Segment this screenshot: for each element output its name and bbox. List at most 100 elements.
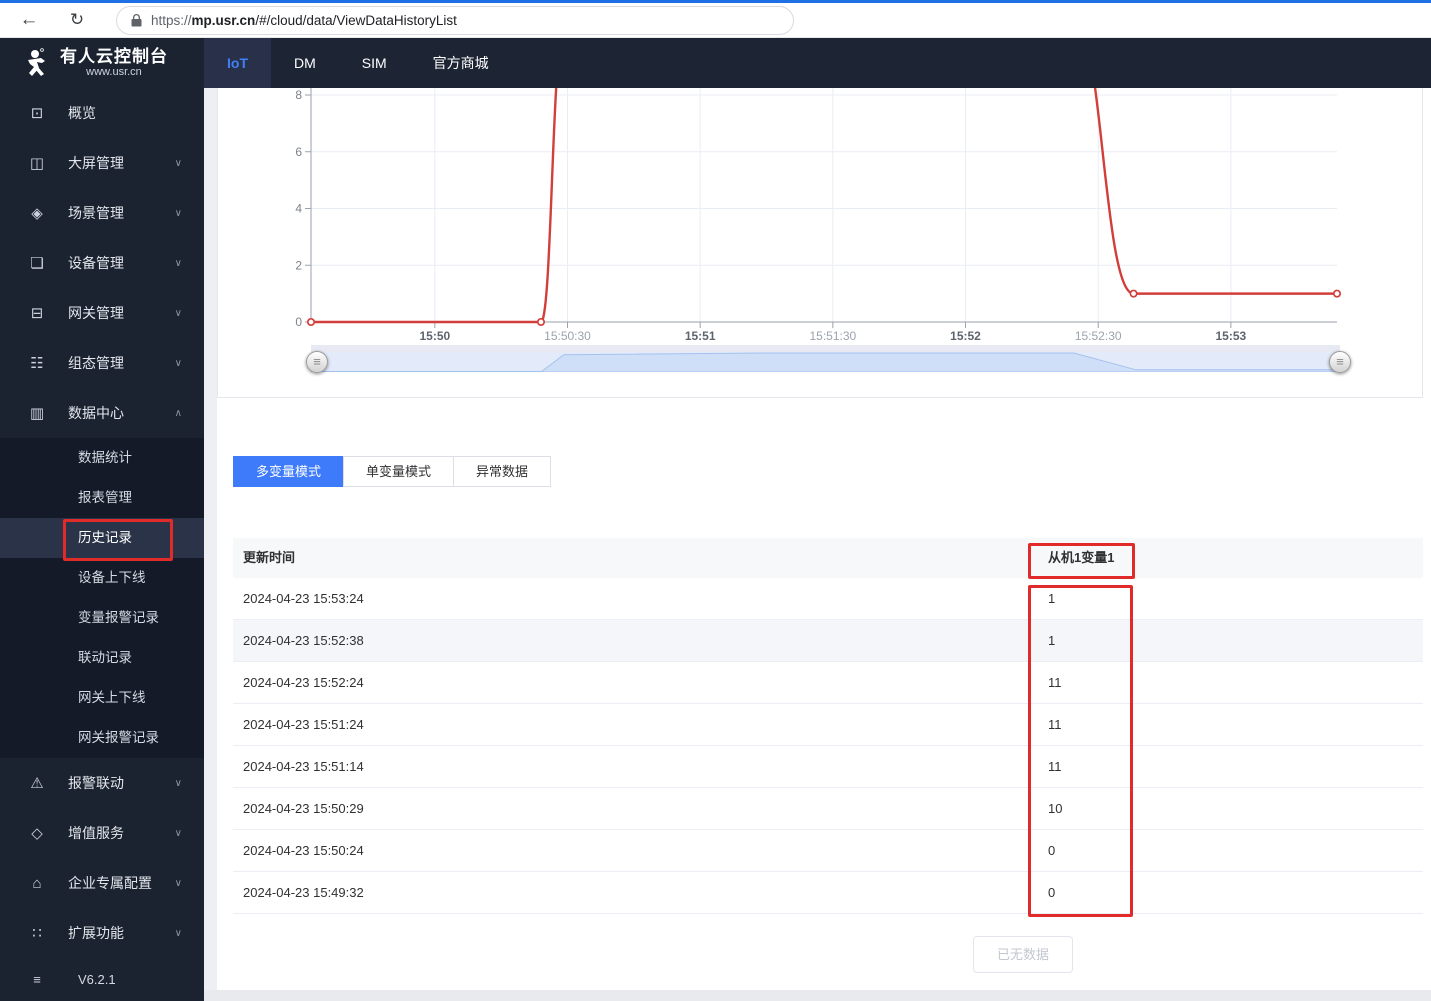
sidebar-item-screen-manage[interactable]: ◫ 大屏管理 ∨ (0, 138, 204, 188)
cell-update-time: 2024-04-23 15:51:24 (243, 717, 364, 732)
sidebar-item-alarm-linkage[interactable]: ⚠ 报警联动 ∨ (0, 758, 204, 808)
table-row: 2024-04-23 15:52:24 11 (233, 662, 1423, 704)
sidebar-item-label: 设备管理 (68, 255, 124, 271)
table-row: 2024-04-23 15:53:24 1 (233, 578, 1423, 620)
sidebar-item-data-center[interactable]: ▥ 数据中心 ∧ (0, 388, 204, 438)
cell-update-time: 2024-04-23 15:50:24 (243, 843, 364, 858)
bottom-strip (204, 990, 1431, 1001)
data-center-submenu: 数据统计 报表管理 历史记录 设备上下线 变量报警记录 联动记录 网关上下线 网关报警记录 (0, 438, 204, 758)
cell-update-time: 2024-04-23 15:50:29 (243, 801, 364, 816)
lock-icon (131, 13, 142, 27)
submenu-item-device-online-offline[interactable]: 设备上下线 (0, 558, 204, 598)
topnav-item-sim[interactable]: SIM (339, 38, 410, 88)
logo-title: 有人云控制台 (60, 47, 168, 66)
url-text: https://mp.usr.cn/#/cloud/data/ViewDataH… (151, 12, 457, 28)
version-label: V6.2.1 (78, 971, 116, 987)
data-center-icon: ▥ (29, 405, 45, 422)
sidebar-item-value-added-services[interactable]: ◇ 增值服务 ∨ (0, 808, 204, 858)
table-row: 2024-04-23 15:52:38 1 (233, 620, 1423, 662)
cell-update-time: 2024-04-23 15:49:32 (243, 885, 364, 900)
cell-update-time: 2024-04-23 15:52:38 (243, 633, 364, 648)
scada-icon: ☷ (30, 355, 44, 372)
chevron-down-icon: ∨ (174, 257, 182, 269)
mode-tabs: 多变量模式 单变量模式 异常数据 (233, 456, 552, 487)
device-icon: ❏ (30, 255, 44, 272)
chevron-down-icon: ∨ (174, 927, 182, 939)
sidebar-item-label: 组态管理 (68, 355, 124, 371)
submenu-item-gateway-alarm-records[interactable]: 网关报警记录 (0, 718, 204, 758)
top-navbar: 有人云控制台 www.usr.cn IoT DM SIM 官方商城 (0, 38, 1431, 88)
usr-person-logo-icon (20, 46, 54, 80)
browser-toolbar: ← ↻ https://mp.usr.cn/#/cloud/data/ViewD… (0, 3, 1431, 38)
submenu-item-linkage-records[interactable]: 联动记录 (0, 638, 204, 678)
chevron-down-icon: ∨ (174, 207, 182, 219)
table-row: 2024-04-23 15:51:24 11 (233, 704, 1423, 746)
sidebar-item-label: 报警联动 (68, 775, 124, 791)
sidebar-item-label: 企业专属配置 (68, 875, 152, 891)
sidebar-item-label: 数据中心 (68, 405, 124, 421)
main-content: 0 2 4 6 8 15:50 15:50:30 15:51 15:51:30 15:52 15:5… (204, 88, 1431, 1001)
submenu-item-gateway-online-offline[interactable]: 网关上下线 (0, 678, 204, 718)
browser-reload-button[interactable]: ↻ (60, 6, 94, 34)
sidebar-item-extensions[interactable]: ∷ 扩展功能 ∨ (0, 908, 204, 958)
sidebar-item-scene-manage[interactable]: ◈ 场景管理 ∨ (0, 188, 204, 238)
extension-icon: ∷ (32, 925, 42, 942)
history-table: 更新时间 从机1变量1 2024-04-23 15:53:24 1 2024-04-… (233, 538, 1423, 914)
logo[interactable]: 有人云控制台 www.usr.cn (0, 38, 204, 88)
enterprise-icon: ⌂ (32, 874, 42, 892)
chevron-down-icon: ∨ (174, 877, 182, 889)
topnav-items: IoT DM SIM 官方商城 (204, 38, 512, 88)
no-more-data-button: 已无数据 (973, 936, 1073, 973)
sidebar-item-scada-manage[interactable]: ☷ 组态管理 ∨ (0, 338, 204, 388)
submenu-item-report-manage[interactable]: 报表管理 (0, 478, 204, 518)
sidebar-item-label: 概览 (68, 105, 96, 121)
sidebar-item-label: 场景管理 (68, 205, 124, 221)
chevron-down-icon: ∨ (174, 307, 182, 319)
sidebar: ⊡ 概览 ◫ 大屏管理 ∨ ◈ 场景管理 ∨ ❏ 设备管理 ∨ ⊟ 网关管理 ∨ ☷ 组态管理 ∨ ▥ 数据中心 ∧ … (0, 88, 204, 1001)
overview-icon: ⊡ (30, 105, 44, 122)
header-update-time: 更新时间 (243, 550, 296, 565)
header-variable: 从机1变量1 (1048, 550, 1115, 565)
sidebar-item-label: 网关管理 (68, 305, 124, 321)
alarm-icon: ⚠ (30, 775, 44, 792)
cell-value: 11 (1048, 717, 1062, 732)
address-bar[interactable]: https://mp.usr.cn/#/cloud/data/ViewDataH… (116, 5, 794, 35)
sidebar-item-gateway-manage[interactable]: ⊟ 网关管理 ∨ (0, 288, 204, 338)
tab-abnormal-data[interactable]: 异常数据 (453, 456, 552, 487)
sidebar-item-enterprise-config[interactable]: ⌂ 企业专属配置 ∨ (0, 858, 204, 908)
topnav-item-iot[interactable]: IoT (204, 38, 271, 88)
cell-value: 11 (1048, 759, 1062, 774)
chevron-down-icon: ∨ (174, 157, 182, 169)
cell-update-time: 2024-04-23 15:53:24 (243, 591, 364, 606)
sidebar-item-device-manage[interactable]: ❏ 设备管理 ∨ (0, 238, 204, 288)
scene-icon: ◈ (31, 205, 43, 222)
table-row: 2024-04-23 15:51:14 11 (233, 746, 1423, 788)
cell-value: 10 (1048, 801, 1063, 816)
browser-back-button[interactable]: ← (12, 6, 46, 34)
sidebar-item-label: 扩展功能 (68, 925, 124, 941)
version-list-icon: ≡ (33, 971, 41, 987)
datazoom-right-handle[interactable]: ≡ (1329, 351, 1351, 373)
table-row: 2024-04-23 15:49:32 0 (233, 872, 1423, 914)
topnav-item-dm[interactable]: DM (271, 38, 339, 88)
left-gutter (204, 88, 217, 990)
big-screen-icon: ◫ (29, 155, 45, 172)
cell-value: 0 (1048, 885, 1056, 900)
datazoom-left-handle[interactable]: ≡ (306, 351, 328, 373)
cell-value: 0 (1048, 843, 1056, 858)
topnav-item-official-mall[interactable]: 官方商城 (410, 38, 512, 88)
logo-subtitle: www.usr.cn (86, 66, 142, 78)
submenu-item-variable-alarm-records[interactable]: 变量报警记录 (0, 598, 204, 638)
datazoom-slider[interactable] (310, 352, 1341, 373)
datazoom-top-strip (311, 345, 1340, 352)
sidebar-item-label: 增值服务 (68, 825, 124, 841)
tab-multi-variable-mode[interactable]: 多变量模式 (233, 456, 345, 487)
cell-value: 11 (1048, 675, 1062, 690)
submenu-item-history-records[interactable]: 历史记录 (0, 518, 204, 558)
sidebar-item-label: 大屏管理 (68, 155, 124, 171)
table-row: 2024-04-23 15:50:29 10 (233, 788, 1423, 830)
tab-single-variable-mode[interactable]: 单变量模式 (343, 456, 455, 487)
submenu-item-data-statistics[interactable]: 数据统计 (0, 438, 204, 478)
sidebar-item-overview[interactable]: ⊡ 概览 (0, 88, 204, 138)
cell-update-time: 2024-04-23 15:52:24 (243, 675, 364, 690)
